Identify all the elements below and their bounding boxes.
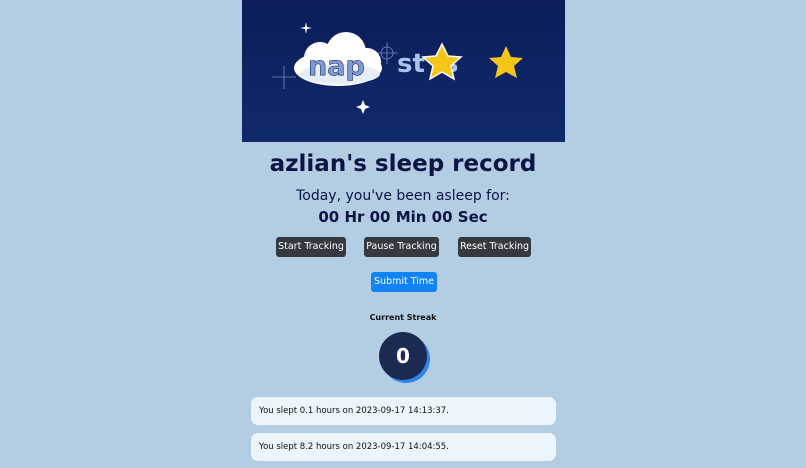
sleep-timer: 00 Hr 00 Min 00 Sec [318, 208, 488, 226]
logo-text-left: nap [308, 51, 365, 82]
pause-tracking-button[interactable]: Pause Tracking [364, 237, 439, 257]
banner: nap st s [242, 0, 565, 142]
start-tracking-button[interactable]: Start Tracking [276, 237, 346, 257]
asleep-label: Today, you've been asleep for: [296, 188, 510, 204]
sleep-record-item: You slept 8.2 hours on 2023-09-17 14:04:… [251, 433, 556, 461]
current-streak-label: Current Streak [369, 313, 437, 322]
reset-tracking-button[interactable]: Reset Tracking [458, 237, 531, 257]
submit-time-button[interactable]: Submit Time [371, 272, 437, 292]
sleep-record-item: You slept 0.1 hours on 2023-09-17 14:13:… [251, 397, 556, 425]
streak-badge: 0 [379, 332, 427, 380]
nap-stars-logo: nap st s [272, 22, 523, 114]
page-title: azlian's sleep record [269, 151, 537, 177]
